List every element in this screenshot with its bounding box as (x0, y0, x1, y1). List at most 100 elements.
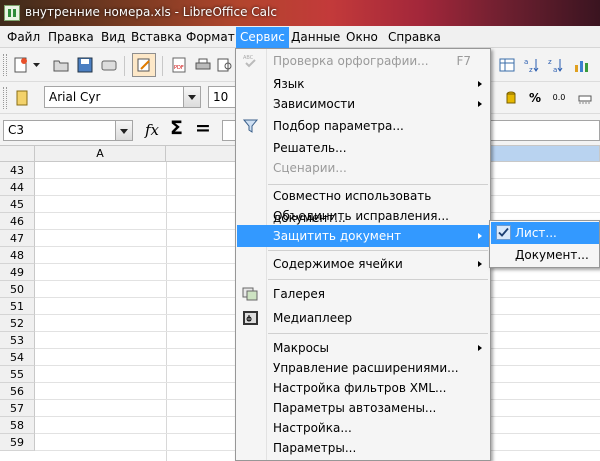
menu-item-autocorrect-options[interactable]: Параметры автозамены... (237, 397, 489, 419)
menu-item-options[interactable]: Параметры... (237, 437, 489, 459)
new-document-icon (14, 57, 27, 73)
goal-seek-icon (242, 119, 259, 133)
sort-descending-button[interactable]: za (544, 54, 566, 76)
row-header[interactable]: 53 (0, 332, 35, 349)
menu-view[interactable]: Вид (98, 29, 128, 46)
chevron-down-icon[interactable] (115, 121, 132, 140)
column-header-a[interactable]: A (35, 146, 166, 162)
menu-edit[interactable]: Правка (45, 29, 97, 46)
open-button[interactable] (50, 54, 72, 76)
row-header[interactable]: 52 (0, 315, 35, 332)
edit-mode-button[interactable] (132, 53, 156, 77)
menu-data[interactable]: Данные (288, 29, 343, 46)
submenu-arrow-icon (478, 345, 482, 351)
menu-item-customize[interactable]: Настройка... (237, 417, 489, 439)
email-button[interactable] (98, 54, 120, 76)
chart-button[interactable] (570, 54, 592, 76)
row-header[interactable]: 49 (0, 264, 35, 281)
menu-item-dependencies[interactable]: Зависимости (237, 93, 489, 115)
menu-item-solver[interactable]: Решатель... (237, 137, 489, 159)
menu-item-merge-changes[interactable]: Объединить исправления... (237, 205, 489, 227)
font-name-value: Arial Cyr (49, 90, 101, 104)
menu-item-spellcheck[interactable]: ABC Проверка орфографии... F7 (237, 50, 489, 72)
submenu-arrow-icon (478, 233, 482, 239)
menu-item-language[interactable]: Язык (237, 73, 489, 95)
styles-icon (16, 90, 28, 106)
number-format-button[interactable]: 0.0 (548, 87, 570, 109)
menu-item-cell-contents[interactable]: Содержимое ячейки (237, 253, 489, 275)
menu-insert[interactable]: Вставка (128, 29, 185, 46)
row-header[interactable]: 55 (0, 366, 35, 383)
font-name-combo[interactable]: Arial Cyr (44, 86, 201, 108)
row-header[interactable]: 54 (0, 349, 35, 366)
styles-button[interactable] (11, 87, 33, 109)
column-header-b[interactable] (166, 146, 236, 162)
row-header[interactable]: 47 (0, 230, 35, 247)
media-player-icon (243, 311, 258, 325)
export-pdf-button[interactable]: PDF (168, 54, 190, 76)
new-button[interactable] (10, 54, 32, 76)
submenu-item-sheet[interactable]: Лист... (491, 222, 599, 244)
menu-item-macros[interactable]: Макросы (237, 337, 489, 359)
print-button[interactable] (192, 54, 214, 76)
new-dropdown-arrow[interactable] (32, 54, 42, 76)
toolbar-grip[interactable] (3, 54, 7, 76)
menu-file[interactable]: Файл (4, 29, 43, 46)
save-button[interactable] (74, 54, 96, 76)
menu-tools[interactable]: Сервис (236, 27, 289, 48)
submenu-item-document[interactable]: Документ... (491, 244, 599, 266)
toolbar-separator (124, 56, 125, 76)
sum-button[interactable]: Σ (170, 117, 183, 139)
menu-item-scenarios[interactable]: Сценарии... (237, 157, 489, 179)
row-header[interactable]: 51 (0, 298, 35, 315)
printer-icon (195, 58, 211, 70)
toolbar-grip[interactable] (3, 87, 7, 109)
percent-format-button[interactable]: % (524, 87, 546, 109)
currency-format-button[interactable] (500, 87, 522, 109)
autofilter-button[interactable] (496, 54, 518, 76)
menu-item-label: Параметры автозамены... (273, 401, 437, 415)
row-header[interactable]: 44 (0, 179, 35, 196)
menu-item-label: Параметры... (273, 441, 357, 455)
menu-item-label: Содержимое ячейки (273, 257, 403, 271)
row-header[interactable]: 57 (0, 400, 35, 417)
svg-text:PDF: PDF (174, 65, 184, 71)
row-header[interactable]: 45 (0, 196, 35, 213)
edit-pencil-icon (137, 58, 150, 72)
menu-help[interactable]: Справка (385, 29, 444, 46)
menu-item-share-document[interactable]: Совместно использовать документ... (237, 185, 489, 225)
name-box[interactable]: C3 (3, 120, 133, 141)
select-all-corner[interactable] (0, 146, 35, 162)
submenu-arrow-icon (478, 101, 482, 107)
coins-icon (506, 91, 516, 104)
function-equals-button[interactable]: = (195, 117, 211, 139)
menu-item-protect-document[interactable]: Защитить документ (237, 225, 489, 247)
sort-ascending-button[interactable]: az (520, 54, 542, 76)
menu-item-goal-seek[interactable]: Подбор параметра... (237, 115, 489, 137)
menu-item-extension-manager[interactable]: Управление расширениями... (237, 357, 489, 379)
row-header[interactable]: 48 (0, 247, 35, 264)
menu-item-gallery[interactable]: Галерея (237, 283, 489, 305)
menu-item-label: Защитить документ (273, 229, 402, 243)
menu-format[interactable]: Формат (183, 29, 238, 46)
menu-window[interactable]: Окно (343, 29, 381, 46)
function-wizard-button[interactable]: fx (145, 121, 159, 139)
menu-separator (268, 250, 488, 251)
column-header-c[interactable] (490, 146, 600, 162)
row-header[interactable]: 59 (0, 434, 35, 451)
window-title: внутренние номера.xls - LibreOffice Calc (25, 5, 277, 19)
row-header[interactable]: 50 (0, 281, 35, 298)
font-size-combo[interactable]: 10 (208, 86, 238, 108)
menu-separator (268, 333, 488, 334)
menu-item-media-player[interactable]: Медиаплеер (237, 307, 489, 329)
row-header[interactable]: 58 (0, 417, 35, 434)
print-preview-button[interactable] (214, 54, 236, 76)
submenu-arrow-icon (478, 261, 482, 267)
row-header[interactable]: 46 (0, 213, 35, 230)
row-header[interactable]: 43 (0, 162, 35, 179)
row-header[interactable]: 56 (0, 383, 35, 400)
chevron-down-icon[interactable] (183, 87, 200, 107)
add-decimal-button[interactable] (574, 87, 596, 109)
menu-item-xml-filter-settings[interactable]: Настройка фильтров XML... (237, 377, 489, 399)
menu-item-label: Настройка фильтров XML... (273, 381, 447, 395)
